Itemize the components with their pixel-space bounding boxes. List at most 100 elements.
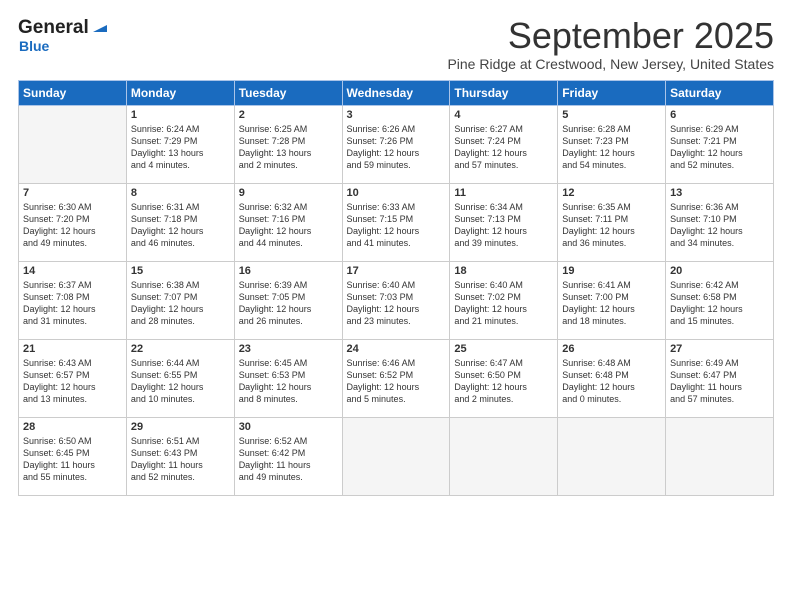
weekday-header-wednesday: Wednesday	[342, 81, 450, 106]
cell-details: Sunrise: 6:41 AMSunset: 7:00 PMDaylight:…	[562, 279, 661, 328]
title-block: September 2025 Pine Ridge at Crestwood, …	[447, 18, 774, 72]
calendar-cell: 3Sunrise: 6:26 AMSunset: 7:26 PMDaylight…	[342, 106, 450, 184]
cell-details: Sunrise: 6:31 AMSunset: 7:18 PMDaylight:…	[131, 201, 230, 250]
cell-details: Sunrise: 6:33 AMSunset: 7:15 PMDaylight:…	[347, 201, 446, 250]
day-number: 15	[131, 265, 230, 277]
weekday-header-tuesday: Tuesday	[234, 81, 342, 106]
day-number: 24	[347, 343, 446, 355]
page: General Blue September 2025 Pine Ridge a…	[0, 0, 792, 506]
cell-details: Sunrise: 6:43 AMSunset: 6:57 PMDaylight:…	[23, 357, 122, 406]
cell-details: Sunrise: 6:34 AMSunset: 7:13 PMDaylight:…	[454, 201, 553, 250]
calendar-cell: 7 Sunrise: 6:30 AMSunset: 7:20 PMDaylight…	[19, 184, 127, 262]
cell-details: Sunrise: 6:48 AMSunset: 6:48 PMDaylight:…	[562, 357, 661, 406]
calendar-cell: 19 Sunrise: 6:41 AMSunset: 7:00 PMDayligh…	[558, 262, 666, 340]
cell-details: Sunrise: 6:32 AMSunset: 7:16 PMDaylight:…	[239, 201, 338, 250]
cell-details: Sunrise: 6:26 AMSunset: 7:26 PMDaylight:…	[347, 123, 446, 172]
calendar-cell: 14 Sunrise: 6:37 AMSunset: 7:08 PMDayligh…	[19, 262, 127, 340]
calendar-cell: 25 Sunrise: 6:47 AMSunset: 6:50 PMDayligh…	[450, 340, 558, 418]
calendar-cell: 28Sunrise: 6:50 AMSunset: 6:45 PMDayligh…	[19, 418, 127, 496]
logo-general: General	[18, 18, 89, 39]
calendar-cell: 21 Sunrise: 6:43 AMSunset: 6:57 PMDayligh…	[19, 340, 127, 418]
day-number: 22	[131, 343, 230, 355]
weekday-header-monday: Monday	[126, 81, 234, 106]
calendar-cell: 5Sunrise: 6:28 AMSunset: 7:23 PMDaylight…	[558, 106, 666, 184]
day-number: 13	[670, 187, 769, 199]
calendar-cell: 16Sunrise: 6:39 AMSunset: 7:05 PMDayligh…	[234, 262, 342, 340]
logo-icon	[91, 18, 109, 36]
cell-details: Sunrise: 6:25 AMSunset: 7:28 PMDaylight:…	[239, 123, 338, 172]
calendar-cell: 15 Sunrise: 6:38 AMSunset: 7:07 PMDayligh…	[126, 262, 234, 340]
calendar-cell: 4 Sunrise: 6:27 AMSunset: 7:24 PMDaylight…	[450, 106, 558, 184]
cell-details: Sunrise: 6:24 AMSunset: 7:29 PMDaylight:…	[131, 123, 230, 172]
cell-details: Sunrise: 6:51 AMSunset: 6:43 PMDaylight:…	[131, 435, 230, 484]
day-number: 14	[23, 265, 122, 277]
cell-details: Sunrise: 6:30 AMSunset: 7:20 PMDaylight:…	[23, 201, 122, 250]
cell-details: Sunrise: 6:35 AMSunset: 7:11 PMDaylight:…	[562, 201, 661, 250]
day-number: 30	[239, 421, 338, 433]
cell-details: Sunrise: 6:49 AMSunset: 6:47 PMDaylight:…	[670, 357, 769, 406]
calendar-week-2: 7 Sunrise: 6:30 AMSunset: 7:20 PMDaylight…	[19, 184, 774, 262]
calendar-cell: 8 Sunrise: 6:31 AMSunset: 7:18 PMDaylight…	[126, 184, 234, 262]
day-number: 6	[670, 109, 769, 121]
cell-details: Sunrise: 6:47 AMSunset: 6:50 PMDaylight:…	[454, 357, 553, 406]
cell-details: Sunrise: 6:42 AMSunset: 6:58 PMDaylight:…	[670, 279, 769, 328]
cell-details: Sunrise: 6:27 AMSunset: 7:24 PMDaylight:…	[454, 123, 553, 172]
calendar-cell	[342, 418, 450, 496]
calendar-cell: 1 Sunrise: 6:24 AMSunset: 7:29 PMDaylight…	[126, 106, 234, 184]
cell-details: Sunrise: 6:37 AMSunset: 7:08 PMDaylight:…	[23, 279, 122, 328]
day-number: 19	[562, 265, 661, 277]
day-number: 10	[347, 187, 446, 199]
day-number: 12	[562, 187, 661, 199]
calendar-cell: 20 Sunrise: 6:42 AMSunset: 6:58 PMDayligh…	[666, 262, 774, 340]
calendar-week-1: 1 Sunrise: 6:24 AMSunset: 7:29 PMDaylight…	[19, 106, 774, 184]
calendar-cell: 27 Sunrise: 6:49 AMSunset: 6:47 PMDayligh…	[666, 340, 774, 418]
calendar-week-5: 28Sunrise: 6:50 AMSunset: 6:45 PMDayligh…	[19, 418, 774, 496]
day-number: 27	[670, 343, 769, 355]
weekday-header-sunday: Sunday	[19, 81, 127, 106]
logo: General Blue	[18, 18, 109, 54]
day-number: 9	[239, 187, 338, 199]
day-number: 1	[131, 109, 230, 121]
day-number: 21	[23, 343, 122, 355]
calendar-cell: 9 Sunrise: 6:32 AMSunset: 7:16 PMDaylight…	[234, 184, 342, 262]
calendar-cell: 24 Sunrise: 6:46 AMSunset: 6:52 PMDayligh…	[342, 340, 450, 418]
day-number: 25	[454, 343, 553, 355]
cell-details: Sunrise: 6:40 AMSunset: 7:02 PMDaylight:…	[454, 279, 553, 328]
weekday-header-friday: Friday	[558, 81, 666, 106]
cell-details: Sunrise: 6:46 AMSunset: 6:52 PMDaylight:…	[347, 357, 446, 406]
day-number: 8	[131, 187, 230, 199]
cell-details: Sunrise: 6:29 AMSunset: 7:21 PMDaylight:…	[670, 123, 769, 172]
subtitle: Pine Ridge at Crestwood, New Jersey, Uni…	[447, 56, 774, 72]
calendar-cell: 18Sunrise: 6:40 AMSunset: 7:02 PMDayligh…	[450, 262, 558, 340]
cell-details: Sunrise: 6:38 AMSunset: 7:07 PMDaylight:…	[131, 279, 230, 328]
cell-details: Sunrise: 6:44 AMSunset: 6:55 PMDaylight:…	[131, 357, 230, 406]
cell-details: Sunrise: 6:36 AMSunset: 7:10 PMDaylight:…	[670, 201, 769, 250]
calendar-cell: 30 Sunrise: 6:52 AMSunset: 6:42 PMDayligh…	[234, 418, 342, 496]
header: General Blue September 2025 Pine Ridge a…	[18, 18, 774, 72]
day-number: 11	[454, 187, 553, 199]
day-number: 29	[131, 421, 230, 433]
calendar-header-row: SundayMondayTuesdayWednesdayThursdayFrid…	[19, 81, 774, 106]
calendar-cell: 2 Sunrise: 6:25 AMSunset: 7:28 PMDaylight…	[234, 106, 342, 184]
calendar-cell: 26 Sunrise: 6:48 AMSunset: 6:48 PMDayligh…	[558, 340, 666, 418]
calendar-cell: 11 Sunrise: 6:34 AMSunset: 7:13 PMDayligh…	[450, 184, 558, 262]
calendar-cell: 17Sunrise: 6:40 AMSunset: 7:03 PMDayligh…	[342, 262, 450, 340]
calendar-cell: 13 Sunrise: 6:36 AMSunset: 7:10 PMDayligh…	[666, 184, 774, 262]
month-title: September 2025	[447, 18, 774, 54]
day-number: 20	[670, 265, 769, 277]
calendar-cell: 29 Sunrise: 6:51 AMSunset: 6:43 PMDayligh…	[126, 418, 234, 496]
calendar-cell: 22 Sunrise: 6:44 AMSunset: 6:55 PMDayligh…	[126, 340, 234, 418]
day-number: 7	[23, 187, 122, 199]
calendar-cell: 23Sunrise: 6:45 AMSunset: 6:53 PMDayligh…	[234, 340, 342, 418]
cell-details: Sunrise: 6:52 AMSunset: 6:42 PMDaylight:…	[239, 435, 338, 484]
cell-details: Sunrise: 6:40 AMSunset: 7:03 PMDaylight:…	[347, 279, 446, 328]
weekday-header-saturday: Saturday	[666, 81, 774, 106]
calendar-cell	[450, 418, 558, 496]
calendar-cell: 12 Sunrise: 6:35 AMSunset: 7:11 PMDayligh…	[558, 184, 666, 262]
day-number: 16	[239, 265, 338, 277]
day-number: 2	[239, 109, 338, 121]
day-number: 4	[454, 109, 553, 121]
logo-blue: Blue	[19, 39, 109, 54]
day-number: 26	[562, 343, 661, 355]
cell-details: Sunrise: 6:50 AMSunset: 6:45 PMDaylight:…	[23, 435, 122, 484]
